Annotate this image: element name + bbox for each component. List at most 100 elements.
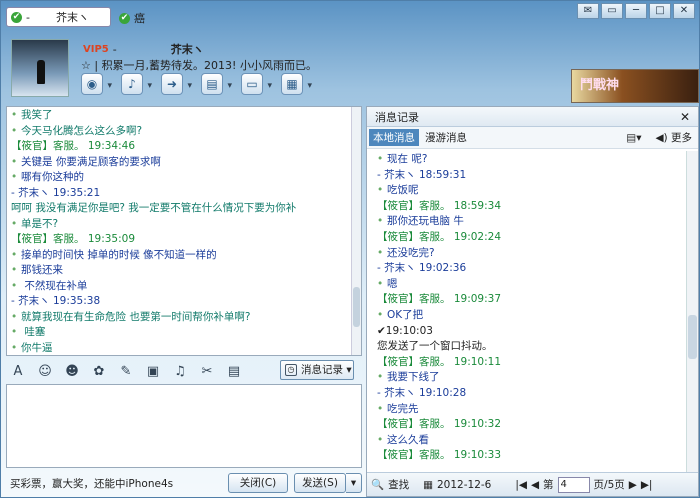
chat-message-line: - 芥末ヽ 19:35:21 — [11, 186, 357, 202]
magic-icon[interactable]: ✿ — [91, 364, 107, 379]
tab-roam[interactable]: 漫游消息 — [425, 130, 467, 145]
message-text: 【筱官】客服。 19:10:33 — [377, 449, 501, 462]
screen-icon[interactable]: ▭ — [241, 73, 272, 96]
history-message-line: • 那你还玩电脑 牛 — [377, 214, 681, 230]
history-message-line: 【筱官】客服。 19:10:33 — [377, 448, 681, 464]
music-icon[interactable]: ♫ — [172, 364, 188, 379]
maximize-button[interactable]: □ — [649, 3, 671, 19]
page-label: 第 — [543, 479, 554, 491]
chat-message-line: 【筱官】客服。 19:34:46 — [11, 139, 357, 155]
tab-contact-2[interactable]: ✔ 癌 — [119, 10, 145, 26]
chat-message-line: • 哪有你这种的 — [11, 170, 357, 186]
face-icon[interactable]: ☻ — [64, 364, 80, 379]
minimize-button[interactable]: ─ — [625, 3, 647, 19]
close-button[interactable]: ✕ — [673, 3, 695, 19]
scissors-icon[interactable]: ✂ — [199, 364, 215, 379]
chat-message-line: • 你牛逼 — [11, 341, 357, 356]
message-text: 单是不? — [21, 217, 59, 230]
app-icon[interactable]: ▤ — [201, 73, 232, 96]
app-icon[interactable]: ▤ — [226, 364, 242, 379]
search-icon[interactable]: 🔍 — [371, 478, 384, 491]
message-text: 我笑了 — [21, 109, 53, 121]
clock-icon: ◷ — [285, 364, 297, 376]
game-banner[interactable]: 鬥戰神 — [571, 69, 699, 103]
ad-link[interactable]: 买彩票，赢大奖，还能中iPhone4s — [10, 476, 228, 491]
history-message-line: 【筱官】客服。 19:09:37 — [377, 292, 681, 308]
history-message-line: 【筱官】客服。 19:10:32 — [377, 417, 681, 433]
bullet-icon: • — [377, 184, 384, 197]
more-icon[interactable]: ▦ — [281, 73, 312, 96]
mail-icon[interactable]: ✉ — [577, 3, 599, 19]
transfer-icon[interactable]: ➜ — [161, 73, 192, 96]
history-button-label: 消息记录 — [301, 364, 343, 376]
message-input[interactable] — [6, 384, 362, 468]
bullet-icon: • — [377, 402, 384, 415]
vip-dash: - — [112, 42, 117, 56]
history-scrollbar[interactable] — [686, 151, 698, 473]
message-text: 不然现在补单 — [21, 279, 88, 292]
prev-page-icon[interactable]: ◀ — [531, 479, 539, 491]
scroll-thumb[interactable] — [688, 315, 697, 359]
close-button[interactable]: 关闭(C) — [228, 473, 288, 493]
history-footer: 🔍 查找 ▦ 2012-12-6 |◀ ◀ 第 4 页/5页 ▶ ▶| — [367, 472, 698, 496]
message-text: 我要下线了 — [387, 371, 440, 384]
bullet-icon: • — [377, 215, 384, 228]
history-message-line: 【筱官】客服。 19:10:11 — [377, 355, 681, 371]
history-message-line: 【筱官】客服。 18:59:34 — [377, 199, 681, 215]
avatar[interactable] — [11, 39, 69, 97]
chat-message-line: • 今天马化腾怎么这么多啊? — [11, 124, 357, 140]
message-text: - 芥末ヽ 18:59:31 — [377, 168, 467, 181]
tab-contact-1[interactable]: ✔ - 芥末ヽ — [6, 7, 111, 27]
scroll-thumb[interactable] — [353, 287, 360, 327]
window-controls: ✉ ▭ ─ □ ✕ — [577, 3, 695, 19]
history-button[interactable]: ◷ 消息记录 ▾ — [280, 360, 354, 380]
vip-badge[interactable]: VIP5 — [83, 44, 109, 55]
message-text: 吃完先 — [387, 402, 419, 415]
edit-icon[interactable]: ✎ — [118, 364, 134, 379]
first-page-icon[interactable]: |◀ — [515, 479, 527, 491]
close-icon[interactable]: ✕ — [680, 110, 690, 124]
chat-message-line: • 哇塞 — [11, 325, 357, 341]
history-list[interactable]: • 现在 呢? - 芥末ヽ 18:59:31 • 吃饭呢 【筱官】客服。 18:59:34… — [367, 151, 687, 473]
history-tools: ▤▾ ◀) 更多 — [626, 130, 692, 145]
message-text: 【筱官】客服。 18:59:34 — [377, 199, 501, 212]
export-icon[interactable]: ▤▾ — [626, 132, 641, 144]
next-page-icon[interactable]: ▶ — [629, 479, 637, 491]
chat-scrollbar[interactable] — [351, 107, 361, 355]
history-tabs: 本地消息 漫游消息 ▤▾ ◀) 更多 — [367, 127, 698, 149]
history-message-line: ✔19:10:03 — [377, 324, 681, 340]
chat-message-line: • 就算我现在有生命危险 也要第一时间帮你补单啊? — [11, 310, 357, 326]
more-label: 更多 — [671, 132, 692, 144]
page-input[interactable]: 4 — [557, 476, 590, 493]
avatar-figure — [37, 60, 45, 84]
tab-local[interactable]: 本地消息 — [369, 129, 419, 146]
last-page-icon[interactable]: ▶| — [641, 479, 653, 491]
search-label[interactable]: 查找 — [388, 477, 409, 492]
bullet-icon: • — [377, 246, 384, 259]
image-icon[interactable]: ▣ — [145, 364, 161, 379]
online-status-icon: ✔ — [11, 11, 22, 23]
message-text: 你牛逼 — [21, 341, 53, 354]
message-text: OK了把 — [387, 308, 424, 321]
camera-icon[interactable]: ◉ — [81, 73, 112, 96]
date-label[interactable]: 2012-12-6 — [437, 479, 491, 491]
bullet-icon: • — [11, 341, 18, 354]
bullet-icon: • — [11, 171, 18, 183]
history-message-line: • 吃饭呢 — [377, 183, 681, 199]
more-button[interactable]: ◀) 更多 — [655, 130, 692, 145]
font-icon[interactable]: A — [10, 364, 26, 379]
message-text: - 芥末ヽ 19:02:36 — [377, 262, 467, 275]
calendar-icon[interactable]: ▦ — [423, 479, 433, 491]
mic-icon[interactable]: ♪ — [121, 73, 152, 96]
emoji-icon[interactable]: ☺ — [37, 364, 53, 379]
chat-window: ✔ - 芥末ヽ ✔ 癌 ✉ ▭ ─ □ ✕ VIP5 - 芥末ヽ ☆ | 积累一… — [0, 0, 700, 498]
send-options-button[interactable]: ▾ — [346, 473, 362, 493]
tab-sublabel: 芥末ヽ — [55, 11, 89, 24]
send-button[interactable]: 发送(S) — [294, 473, 346, 493]
signature-text: 积累一月,蓄势待发。2013! 小小风雨而已。 — [101, 59, 317, 72]
history-message-line: • 现在 呢? — [377, 152, 681, 168]
skin-icon[interactable]: ▭ — [601, 3, 623, 19]
message-text: 您发送了一个窗口抖动。 — [377, 340, 493, 353]
chat-transcript[interactable]: • 我笑了 • 今天马化腾怎么这么多啊? 【筱官】客服。 19:34:46 • 关键是 你要… — [6, 106, 362, 356]
chat-message-line: • 单是不? — [11, 217, 357, 233]
